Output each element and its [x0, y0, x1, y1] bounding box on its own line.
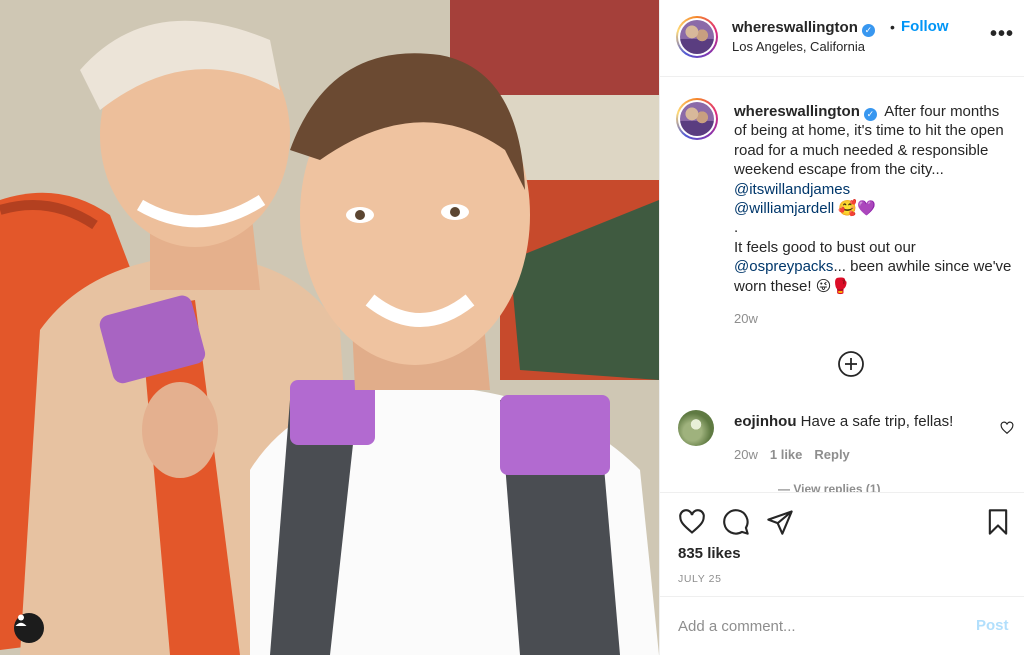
- likes-count[interactable]: 835 likes: [678, 545, 741, 562]
- bookmark-icon: [988, 509, 1008, 535]
- mention-link[interactable]: @williamjardell: [734, 200, 834, 217]
- post-comment-button[interactable]: Post: [976, 617, 1009, 634]
- paper-plane-icon: [767, 510, 793, 535]
- mention-link[interactable]: @itswillandjames: [734, 181, 850, 198]
- post-actions: 835 likes JULY 25: [660, 492, 1024, 596]
- mention-link[interactable]: @ospreypacks: [734, 258, 833, 275]
- add-comment-bar: Post: [660, 596, 1024, 655]
- post-date[interactable]: JULY 25: [678, 573, 722, 585]
- comment-like-button[interactable]: [1000, 421, 1014, 435]
- commenter-username[interactable]: eojinhou: [734, 413, 797, 430]
- comment-text: eojinhou Have a safe trip, fellas!: [734, 413, 953, 430]
- comment-likes-count[interactable]: 1 like: [770, 447, 803, 462]
- caption-text-2: It feels good to bust out our: [734, 238, 916, 256]
- comment-input[interactable]: [678, 615, 958, 637]
- commenter-avatar[interactable]: [678, 410, 714, 446]
- share-button[interactable]: [766, 508, 794, 536]
- post-side-panel: whereswallington ✓ • Follow Los Angeles, …: [659, 0, 1024, 655]
- comment-timestamp: 20w: [734, 447, 758, 462]
- comment-meta: 20w 1 like Reply: [734, 447, 850, 462]
- like-button[interactable]: [678, 508, 706, 536]
- comment-body: Have a safe trip, fellas!: [800, 413, 954, 430]
- post-location[interactable]: Los Angeles, California: [732, 39, 865, 54]
- heart-icon: [1000, 421, 1014, 435]
- author-avatar[interactable]: [676, 16, 718, 58]
- post-photo[interactable]: [0, 0, 659, 655]
- load-more-comments-button[interactable]: [837, 350, 865, 378]
- view-replies-link[interactable]: — View replies (1): [778, 482, 881, 492]
- plus-circle-icon: [838, 351, 864, 377]
- heart-icon: [679, 509, 705, 534]
- comment-button[interactable]: [722, 508, 750, 536]
- photo-illustration: [0, 0, 659, 655]
- caption-timestamp: 20w: [734, 311, 758, 326]
- reply-button[interactable]: Reply: [814, 447, 849, 462]
- post-caption: whereswallington ✓ After four months of b…: [734, 102, 1014, 296]
- caption-author-avatar[interactable]: [676, 98, 718, 140]
- user-tag-icon: [15, 614, 27, 626]
- speech-bubble-icon: [723, 509, 749, 535]
- comments-section[interactable]: whereswallington ✓ After four months of b…: [660, 78, 1024, 492]
- caption-username[interactable]: whereswallington ✓: [734, 103, 877, 121]
- verified-badge-icon: ✓: [863, 108, 877, 121]
- caption-emoji: 🥰💜: [838, 200, 876, 218]
- post-header: whereswallington ✓ • Follow Los Angeles, …: [660, 0, 1024, 77]
- author-username[interactable]: whereswallington ✓: [732, 19, 875, 37]
- verified-badge-icon: ✓: [861, 24, 875, 37]
- caption-dot-line: .: [734, 219, 739, 237]
- tag-user-button[interactable]: [14, 613, 44, 643]
- more-options-button[interactable]: •••: [990, 24, 1014, 44]
- follow-button[interactable]: Follow: [901, 18, 949, 35]
- save-button[interactable]: [984, 508, 1012, 536]
- separator-dot: •: [890, 19, 895, 35]
